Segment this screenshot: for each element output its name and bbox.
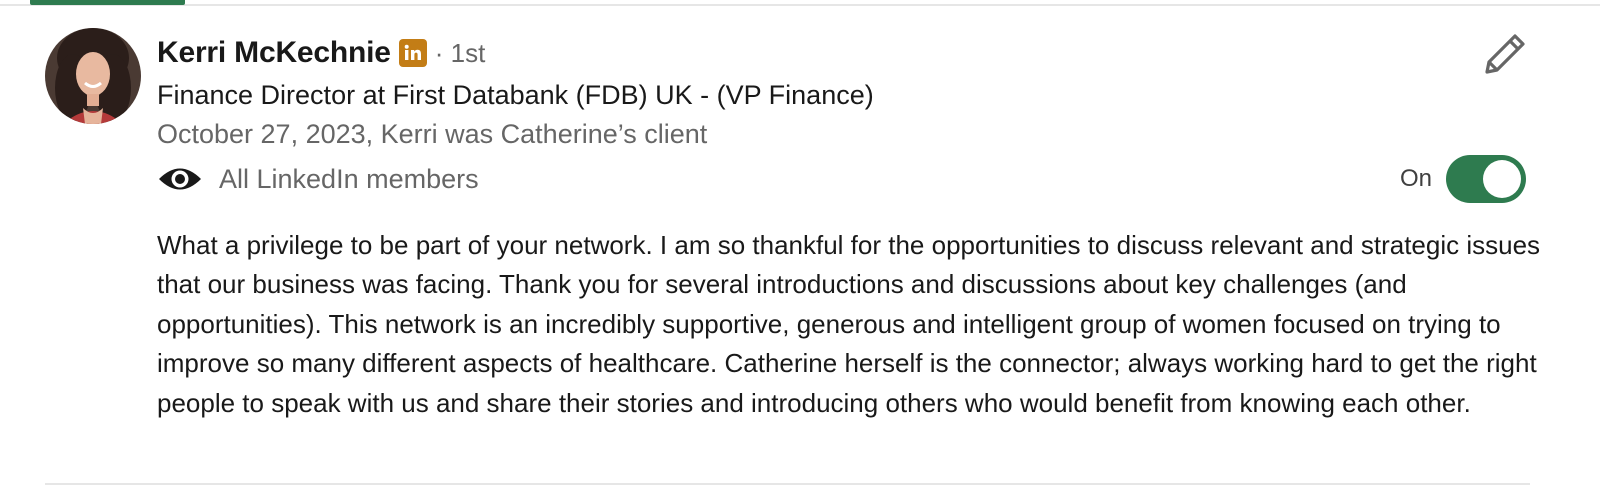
name-row: Kerri McKechnie · 1st xyxy=(157,32,485,74)
toggle-knob xyxy=(1483,160,1522,198)
visibility-toggle[interactable] xyxy=(1446,155,1527,203)
eye-icon xyxy=(157,164,203,194)
recommendation-text: What a privilege to be part of your netw… xyxy=(157,230,1541,418)
bottom-divider xyxy=(45,483,1530,485)
visibility-toggle-group: On xyxy=(1400,155,1527,203)
author-headline: Finance Director at First Databank (FDB)… xyxy=(157,80,874,110)
author-name[interactable]: Kerri McKechnie xyxy=(157,36,391,70)
visibility-label: All LinkedIn members xyxy=(219,163,479,194)
linkedin-premium-icon xyxy=(398,39,427,67)
recommendation-meta: October 27, 2023, Kerri was Catherine’s … xyxy=(157,119,708,149)
visibility-row: All LinkedIn members xyxy=(157,158,479,200)
top-divider xyxy=(0,4,1600,6)
avatar-photo xyxy=(45,28,141,124)
connection-degree: · 1st xyxy=(434,37,486,68)
recommendation-panel: Kerri McKechnie · 1st Finance Director a… xyxy=(0,0,1600,498)
toggle-label: On xyxy=(1400,165,1433,192)
pencil-icon[interactable] xyxy=(1481,30,1529,78)
active-tab-indicator xyxy=(30,0,185,5)
avatar[interactable] xyxy=(45,28,141,124)
